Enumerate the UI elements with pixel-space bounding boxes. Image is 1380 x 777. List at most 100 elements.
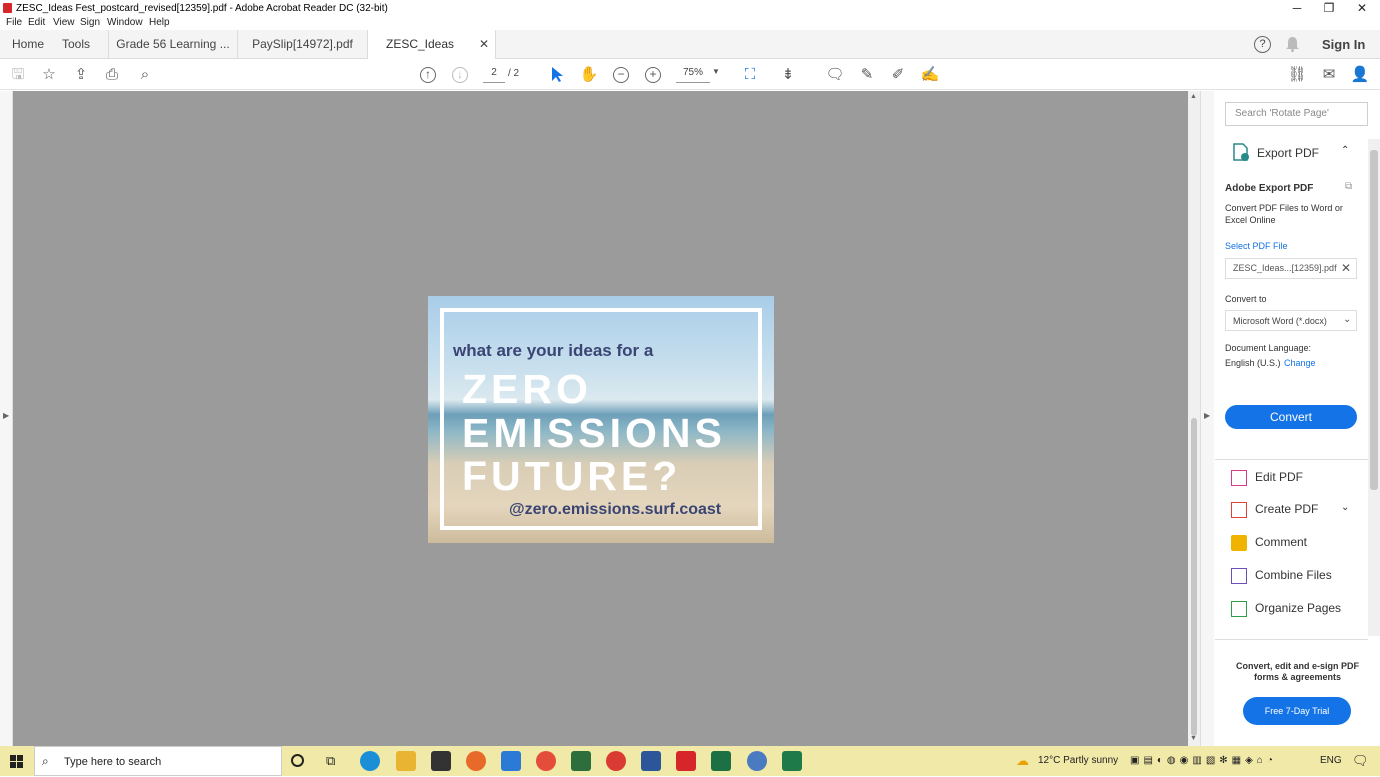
scroll-mode-icon[interactable]: ⇟ [778, 65, 798, 85]
title-bar: ZESC_Ideas Fest_postcard_revised[12359].… [0, 0, 1380, 16]
zoom-out-icon[interactable]: − [613, 67, 629, 83]
weather-text[interactable]: 12°C Partly sunny [1038, 755, 1118, 766]
export-pdf-icon [1233, 143, 1249, 161]
postcard-question: what are your ideas for a [453, 341, 654, 360]
convert-to-select[interactable]: Microsoft Word (*.docx) ⌄ [1225, 310, 1357, 331]
convert-button[interactable]: Convert [1225, 405, 1357, 429]
chevron-up-icon[interactable]: ⌃ [1341, 145, 1349, 156]
acrobat-taskbar-icon[interactable] [676, 751, 696, 771]
organize-pages-icon [1231, 601, 1247, 617]
tab-grade-56[interactable]: Grade 56 Learning ... [108, 30, 238, 59]
store-icon[interactable] [431, 751, 451, 771]
tab-label: PaySlip[14972].pdf [252, 37, 353, 51]
free-trial-button[interactable]: Free 7-Day Trial [1243, 697, 1351, 725]
email-icon[interactable]: ✉ [1319, 65, 1339, 85]
menu-sign[interactable]: Sign [80, 17, 100, 28]
menu-view[interactable]: View [53, 17, 75, 28]
save-icon[interactable]: 🖫 [8, 65, 28, 85]
search-icon[interactable]: ⌕ [135, 65, 155, 85]
language-indicator[interactable]: ENG [1320, 755, 1342, 766]
publisher-icon[interactable] [782, 751, 802, 771]
doc-language-label: Document Language: [1225, 343, 1312, 353]
sign-in-link[interactable]: Sign In [1322, 30, 1365, 59]
right-panel-toggle: ▶ [1200, 91, 1214, 746]
zoom-dropdown-icon[interactable]: ▼ [712, 67, 720, 76]
menu-file[interactable]: File [6, 17, 22, 28]
close-window-button[interactable]: ✕ [1346, 0, 1378, 16]
fill-sign-icon[interactable]: ✍ [920, 65, 940, 85]
add-user-icon[interactable]: 👤 [1350, 65, 1370, 85]
highlight-pen-icon[interactable]: ✎ [857, 65, 877, 85]
tab-payslip[interactable]: PaySlip[14972].pdf [238, 30, 368, 59]
hand-tool-icon[interactable]: ✋ [579, 65, 599, 85]
task-view-icon[interactable]: ⧉ [326, 753, 335, 769]
minimize-button[interactable]: ─ [1281, 0, 1313, 16]
tab-bar: Home Tools Grade 56 Learning ... PaySlip… [0, 30, 1380, 80]
select-cursor-icon[interactable] [550, 66, 564, 83]
document-scroll-thumb[interactable] [1191, 418, 1197, 736]
chrome-icon[interactable] [536, 751, 556, 771]
fit-page-icon[interactable]: ⛶ [740, 65, 760, 85]
photos-app-icon[interactable] [571, 751, 591, 771]
help-icon[interactable]: ? [1254, 36, 1271, 53]
bell-icon[interactable] [1285, 36, 1300, 52]
tools-pane-scroll-thumb[interactable] [1370, 150, 1378, 490]
print-icon[interactable]: ⎙ [102, 65, 122, 85]
cortana-icon[interactable] [291, 754, 304, 767]
tool-combine-files[interactable]: Combine Files [1231, 568, 1332, 584]
expand-left-panel-icon[interactable]: ▶ [3, 411, 9, 420]
tab-close-icon[interactable]: ✕ [479, 30, 489, 59]
app-icon[interactable] [747, 751, 767, 771]
search-icon: ⌕ [42, 754, 49, 768]
firefox-icon[interactable] [466, 751, 486, 771]
file-explorer-icon[interactable] [396, 751, 416, 771]
tool-comment[interactable]: Comment [1231, 535, 1307, 551]
create-pdf-chevron-icon[interactable]: ⌄ [1341, 502, 1349, 513]
draw-icon[interactable]: ✐ [888, 65, 908, 85]
next-page-icon[interactable]: ↓ [452, 67, 468, 83]
tools-pane: Search 'Rotate Page' Export PDF ⌃ Adobe … [1215, 91, 1380, 746]
previous-page-icon[interactable]: ↑ [420, 67, 436, 83]
upload-icon[interactable]: ⇪ [71, 65, 91, 85]
tab-zesc-ideas[interactable]: ZESC_Ideas Fest_po... ✕ [368, 30, 496, 80]
edge-browser-icon[interactable] [360, 751, 380, 771]
divider [1215, 639, 1368, 640]
system-tray-icons[interactable]: ▣▤◐◍◉▥▧✻▦◈⌂◔ [1130, 755, 1277, 766]
tab-home[interactable]: Home [12, 30, 44, 59]
tool-organize-pages[interactable]: Organize Pages [1231, 601, 1341, 617]
tools-search-input[interactable]: Search 'Rotate Page' [1225, 102, 1368, 126]
scroll-down-icon[interactable]: ▼ [1190, 735, 1197, 742]
comment-icon[interactable]: 🗨 [825, 65, 845, 85]
postcard-line-zero: ZERO [462, 366, 592, 412]
scroll-up-icon[interactable]: ▲ [1190, 93, 1197, 100]
clear-file-icon[interactable]: ✕ [1341, 261, 1351, 275]
export-pdf-header[interactable]: Export PDF ⌃ [1215, 135, 1368, 169]
tab-tools[interactable]: Tools [62, 30, 90, 59]
word-icon[interactable] [641, 751, 661, 771]
taskbar-search-input[interactable]: Type here to search [34, 746, 282, 776]
combine-files-icon [1231, 568, 1247, 584]
tool-edit-pdf[interactable]: Edit PDF [1231, 470, 1303, 486]
collapse-right-panel-icon[interactable]: ▶ [1204, 411, 1210, 420]
convert-to-value: Microsoft Word (*.docx) [1233, 316, 1327, 326]
tool-create-pdf[interactable]: Create PDF [1231, 502, 1318, 518]
share-link-icon[interactable]: ⛓ [1287, 65, 1307, 85]
windows-start-icon[interactable] [10, 755, 23, 768]
menu-help[interactable]: Help [149, 17, 170, 28]
maximize-button[interactable]: ❐ [1313, 0, 1345, 16]
selected-file-field[interactable]: ZESC_Ideas...[12359].pdf ✕ [1225, 258, 1357, 279]
excel-icon[interactable] [711, 751, 731, 771]
mail-icon[interactable] [501, 751, 521, 771]
notifications-icon[interactable]: 🗨 [1352, 753, 1369, 769]
copy-icon[interactable]: ⧉ [1345, 181, 1352, 192]
media-app-icon[interactable] [606, 751, 626, 771]
menu-window[interactable]: Window [107, 17, 143, 28]
convert-to-label: Convert to [1225, 294, 1267, 304]
menu-bar: File Edit View Sign Window Help [0, 16, 1380, 30]
zoom-level-input[interactable]: 75% [676, 67, 710, 83]
menu-edit[interactable]: Edit [28, 17, 45, 28]
page-number-input[interactable]: 2 [483, 67, 505, 83]
zoom-in-icon[interactable]: + [645, 67, 661, 83]
star-icon[interactable]: ☆ [39, 65, 59, 85]
change-language-link[interactable]: Change [1284, 358, 1316, 368]
